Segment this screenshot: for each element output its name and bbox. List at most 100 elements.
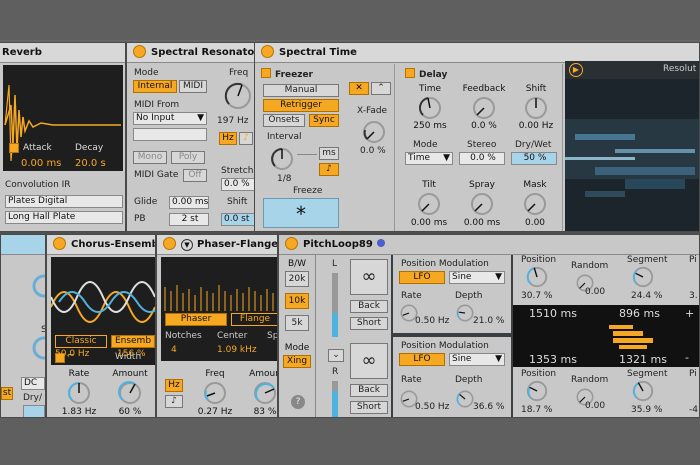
r-freeze-button[interactable]: ∞ xyxy=(350,343,388,379)
help-icon[interactable]: ? xyxy=(291,395,305,409)
segment-1-value[interactable]: 24.4 % xyxy=(631,291,662,301)
phaser-freq-value[interactable]: 0.27 Hz xyxy=(198,407,232,417)
freq-knob[interactable] xyxy=(222,80,254,112)
classic-button[interactable]: Classic xyxy=(55,335,107,348)
waveform-1-select[interactable]: Sine ▼ xyxy=(449,271,505,284)
xfade-value[interactable]: 0.0 % xyxy=(360,146,386,156)
freeze-button[interactable]: * xyxy=(263,198,339,228)
partial-drywet-field[interactable] xyxy=(23,405,45,417)
mono-button[interactable]: Mono xyxy=(133,151,167,164)
r-short-button[interactable]: Short xyxy=(350,401,388,414)
partial-knob-2[interactable] xyxy=(31,335,46,361)
pitch-1-value[interactable]: 3. xyxy=(689,291,698,301)
ir-category-field[interactable]: Plates Digital xyxy=(5,195,123,208)
midi-from-select[interactable]: No Input ▼ xyxy=(133,112,207,125)
delay-shift-knob[interactable] xyxy=(523,95,549,121)
depth-1-value[interactable]: 21.0 % xyxy=(473,316,504,326)
delay-toggle-box[interactable] xyxy=(405,68,415,78)
time-knob[interactable] xyxy=(417,95,443,121)
ms-button[interactable]: ms xyxy=(319,147,339,160)
time-value[interactable]: 250 ms xyxy=(413,121,447,131)
r-level-slider[interactable] xyxy=(332,381,338,417)
attack-toggle[interactable] xyxy=(9,143,23,155)
partial-dc-field[interactable]: DC xyxy=(21,377,45,390)
hz-button[interactable]: Hz xyxy=(219,132,237,145)
position-2-value[interactable]: 18.7 % xyxy=(521,405,552,415)
drywet-field[interactable]: 50 % xyxy=(511,152,557,165)
segment-2-value[interactable]: 35.9 % xyxy=(631,405,662,415)
segment-1-knob[interactable] xyxy=(631,265,655,289)
feedback-value[interactable]: 0.0 % xyxy=(471,121,497,131)
depth-2-value[interactable]: 36.6 % xyxy=(473,402,504,412)
l-back-button[interactable]: Back xyxy=(350,300,388,313)
glide-field[interactable]: 0.00 ms xyxy=(169,196,209,209)
position-1-value[interactable]: 30.7 % xyxy=(521,291,552,301)
freezer-toggle-box[interactable] xyxy=(261,68,271,78)
chorus-rate-value[interactable]: 1.83 Hz xyxy=(62,407,96,417)
l-freeze-button[interactable]: ∞ xyxy=(350,259,388,295)
link-channels-button[interactable]: ⌄ xyxy=(328,349,344,362)
spray-value[interactable]: 0.00 ms xyxy=(464,218,500,228)
delay-toggle[interactable]: Delay xyxy=(405,68,447,80)
phaser-button[interactable]: Phaser xyxy=(165,313,227,326)
tilt-value[interactable]: 0.00 ms xyxy=(411,218,447,228)
xfade-knob[interactable] xyxy=(361,119,387,145)
chorus-amount-knob[interactable] xyxy=(117,380,143,406)
partial-st-button[interactable]: st xyxy=(1,387,13,400)
mode-internal-button[interactable]: Internal xyxy=(133,80,177,93)
lfo-2-button[interactable]: LFO xyxy=(399,353,445,366)
play-icon[interactable]: ▶ xyxy=(569,63,583,77)
random-2-value[interactable]: 0.00 xyxy=(585,401,605,411)
chorus-amount-value[interactable]: 60 % xyxy=(119,407,142,417)
power-icon[interactable] xyxy=(261,45,274,58)
power-icon[interactable] xyxy=(53,237,66,250)
phaser-note-button[interactable]: ♪ xyxy=(165,395,183,408)
phaser-hz-button[interactable]: Hz xyxy=(165,379,183,392)
retrigger-button[interactable]: Retrigger xyxy=(263,99,339,112)
stereo-field[interactable]: 0.0 % xyxy=(459,152,505,165)
lfo-1-button[interactable]: LFO xyxy=(399,271,445,284)
attack-toggle-box[interactable] xyxy=(9,143,19,153)
chorus-rate-knob[interactable] xyxy=(66,380,92,406)
r-back-button[interactable]: Back xyxy=(350,384,388,397)
mode-midi-button[interactable]: MIDI xyxy=(179,80,207,93)
bw-20k-button[interactable]: 20k xyxy=(285,271,309,287)
manual-button[interactable]: Manual xyxy=(263,84,339,97)
waveform-2-select[interactable]: Sine ▼ xyxy=(449,353,505,366)
phaser-amount-value[interactable]: 83 % xyxy=(254,407,277,417)
random-1-value[interactable]: 0.00 xyxy=(585,287,605,297)
shift-field[interactable]: 0.0 st xyxy=(221,213,255,226)
partial-knob[interactable] xyxy=(31,273,46,299)
center-value[interactable]: 1.09 kHz xyxy=(217,345,257,355)
spray-knob[interactable] xyxy=(469,191,495,217)
segment-2-knob[interactable] xyxy=(631,379,655,403)
expand-icon[interactable]: ▼ xyxy=(181,239,193,251)
bw-5k-button[interactable]: 5k xyxy=(285,315,309,331)
flanger-button[interactable]: Flange xyxy=(231,313,277,326)
power-icon[interactable] xyxy=(285,237,298,250)
ir-file-field[interactable]: Long Hall Plate xyxy=(5,211,123,224)
pitch-2-value[interactable]: -4 xyxy=(689,405,698,415)
midi-from-channel[interactable] xyxy=(133,128,207,141)
decay-value[interactable]: 20.0 s xyxy=(75,158,106,169)
bw-10k-button[interactable]: 10k xyxy=(285,293,309,309)
onsets-button[interactable]: Onsets xyxy=(263,114,305,127)
interval-knob[interactable] xyxy=(269,146,295,172)
freq-value[interactable]: 197 Hz xyxy=(217,116,249,126)
sync-button[interactable]: Sync xyxy=(309,114,339,127)
tilt-knob[interactable] xyxy=(416,191,442,217)
pb-field[interactable]: 2 st xyxy=(169,213,209,226)
crossfade-shape-peak-button[interactable]: ⌃ xyxy=(371,82,391,95)
position-1-knob[interactable] xyxy=(525,265,549,289)
l-short-button[interactable]: Short xyxy=(350,317,388,330)
rate-2-value[interactable]: 0.50 Hz xyxy=(415,402,449,412)
width-value[interactable]: 156 % xyxy=(117,349,146,359)
midi-gate-button[interactable]: Off xyxy=(183,169,207,182)
power-icon[interactable] xyxy=(133,45,146,58)
rate-1-value[interactable]: 0.50 Hz xyxy=(415,316,449,326)
phaser-freq-knob[interactable] xyxy=(202,380,228,406)
mask-value[interactable]: 0.00 xyxy=(525,218,545,228)
depth-2-knob[interactable] xyxy=(455,389,475,409)
note-sync-button[interactable]: ♪ xyxy=(319,163,339,176)
feedback-knob[interactable] xyxy=(471,95,497,121)
